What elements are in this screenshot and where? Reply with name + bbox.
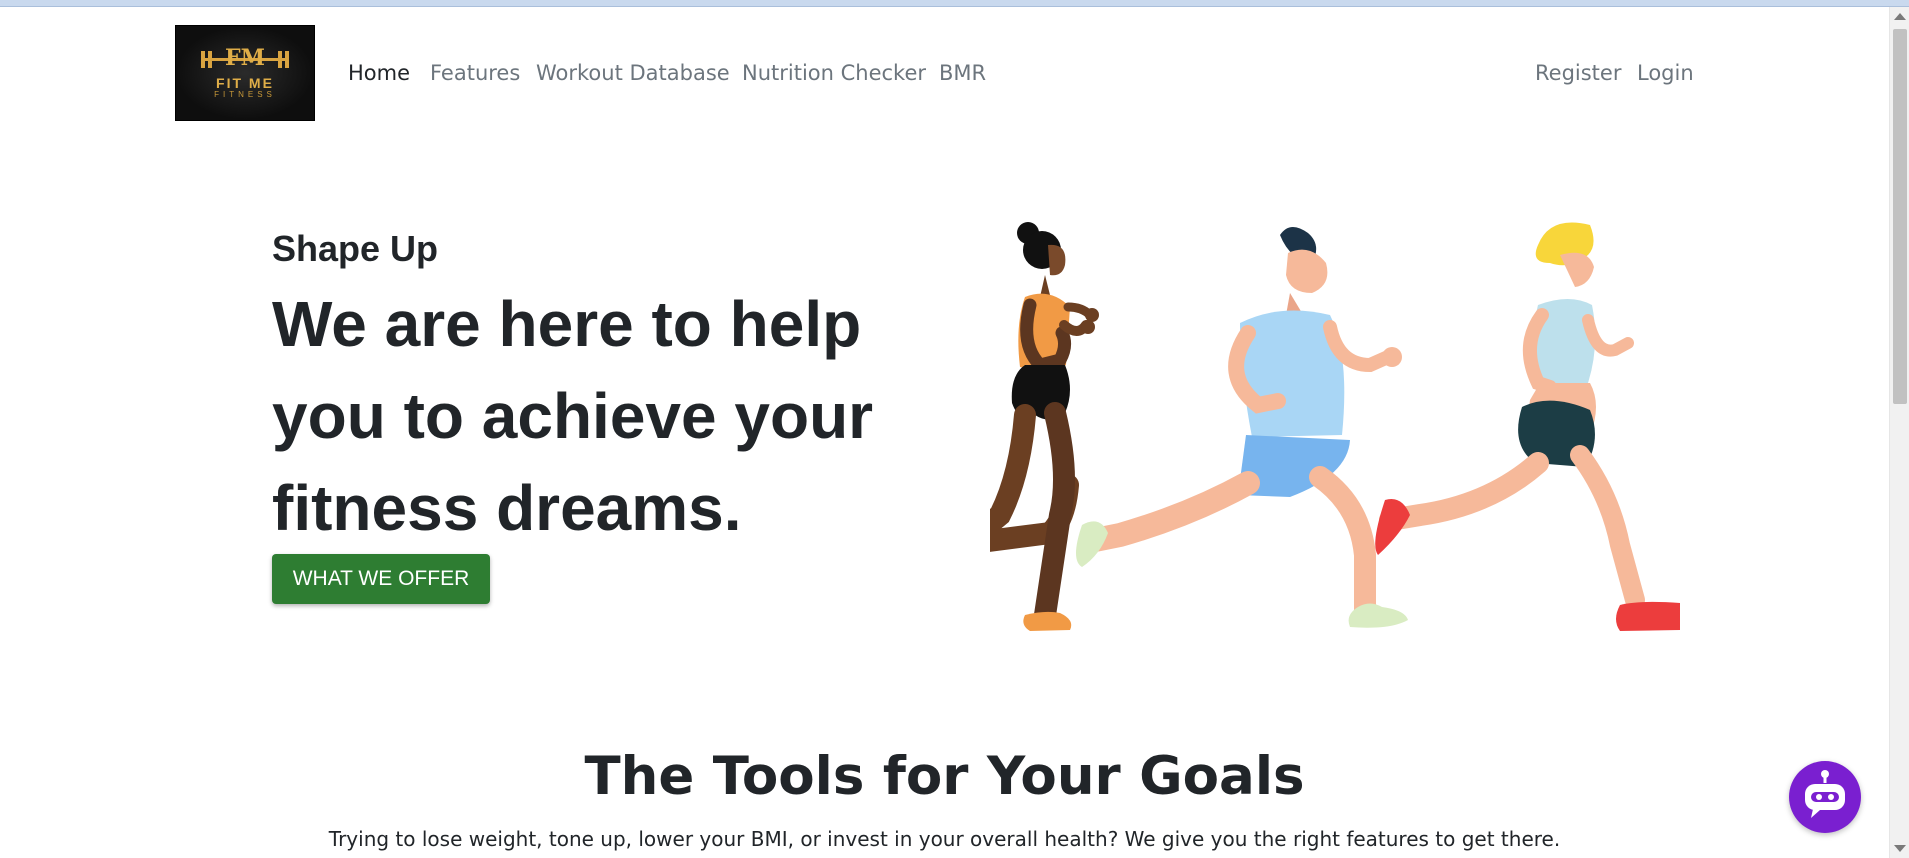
barbell-logo-icon: FM (195, 44, 295, 71)
nav-login-link[interactable]: Login (1637, 59, 1694, 87)
nav-workout-database-link[interactable]: Workout Database (536, 59, 730, 87)
chatbot-launcher-button[interactable] (1789, 761, 1861, 833)
nav-register-link[interactable]: Register (1535, 59, 1621, 87)
hero-title: We are here to help you to achieve your … (272, 288, 874, 544)
scroll-up-arrow-icon[interactable] (1894, 13, 1906, 20)
browser-top-edge (0, 0, 1909, 7)
runners-illustration (990, 222, 1680, 631)
nav-home-link[interactable]: Home (348, 59, 410, 87)
scroll-down-arrow-icon[interactable] (1894, 845, 1906, 852)
nav-nutrition-checker-link[interactable]: Nutrition Checker (742, 59, 926, 87)
runner-two (1076, 226, 1408, 628)
scroll-thumb[interactable] (1893, 29, 1907, 404)
runner-three (1375, 222, 1680, 631)
logo-tagline: FITNESS (214, 89, 276, 99)
logo-monogram: FM (225, 44, 265, 71)
logo-name: FIT ME (216, 74, 274, 91)
hero-eyebrow: Shape Up (272, 228, 439, 269)
brand-logo[interactable]: FM FIT ME FITNESS (175, 25, 315, 121)
what-we-offer-button[interactable]: WHAT WE OFFER (272, 554, 490, 604)
tools-section-description: Trying to lose weight, tone up, lower yo… (328, 827, 1561, 851)
page-scrollbar[interactable] (1889, 7, 1909, 858)
nav-features-link[interactable]: Features (430, 59, 520, 87)
robot-chat-icon (1805, 770, 1845, 818)
nav-bmr-link[interactable]: BMR (939, 59, 986, 87)
tools-section-title: The Tools for Your Goals (584, 746, 1305, 807)
runner-one (990, 222, 1099, 631)
